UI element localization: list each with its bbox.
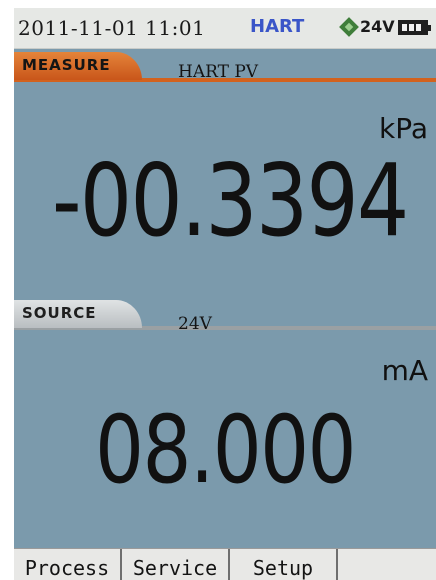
source-value[interactable]: 08.000 [52, 396, 398, 505]
measure-panel: MEASURE HART PV kPa -00.3394 [14, 52, 436, 298]
softkey-bar: Process Service Setup [14, 548, 436, 580]
measure-function: HART PV [178, 62, 259, 82]
date-time: 2011-11-01 11:01 [18, 16, 206, 40]
softkey-service[interactable]: Service [122, 549, 230, 580]
battery-icon [398, 20, 431, 35]
loop-power-voltage: 24V [360, 17, 395, 36]
softkey-empty[interactable] [338, 549, 436, 580]
measure-tab-label: MEASURE [22, 56, 111, 74]
source-tab-label: SOURCE [22, 304, 97, 322]
softkey-process[interactable]: Process [14, 549, 122, 580]
battery-cell [409, 24, 414, 31]
source-function: 24V [178, 314, 212, 334]
source-tab: SOURCE [14, 300, 142, 328]
measure-tab: MEASURE [14, 52, 142, 80]
measure-value: -00.3394 [51, 142, 409, 259]
protocol-indicator: HART [250, 16, 305, 37]
lcd-screen: 2011-11-01 11:01 HART 24V MEASURE HART P… [14, 8, 436, 580]
source-panel: SOURCE 24V mA 08.000 [14, 300, 436, 548]
status-bar: 2011-11-01 11:01 HART 24V [14, 8, 436, 49]
battery-cell [402, 24, 407, 31]
measure-unit: kPa [379, 112, 428, 145]
calibrator-device: 2011-11-01 11:01 HART 24V MEASURE HART P… [0, 0, 436, 580]
source-unit: mA [381, 354, 428, 387]
softkey-setup[interactable]: Setup [230, 549, 338, 580]
battery-cell [416, 24, 421, 31]
loop-power-icon [339, 17, 359, 37]
